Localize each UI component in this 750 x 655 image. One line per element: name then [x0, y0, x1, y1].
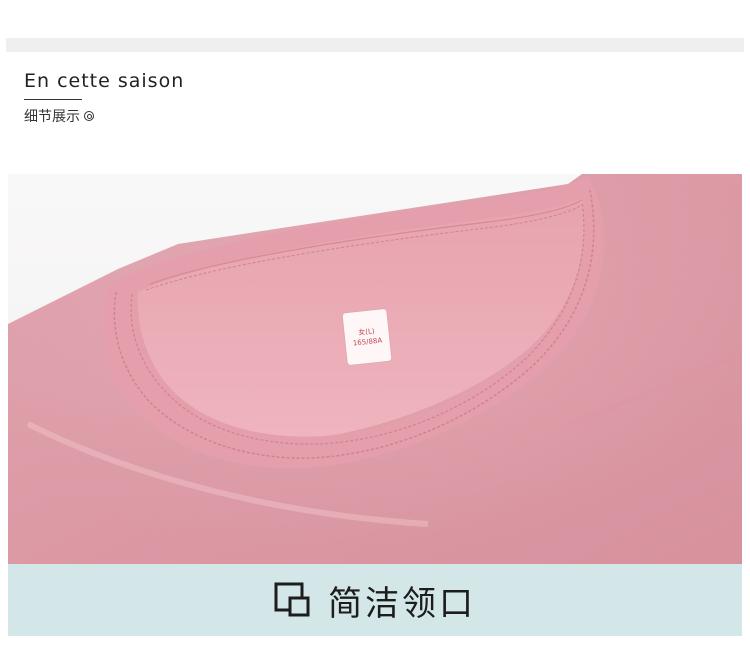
section-heading: En cette saison 细节展示 — [24, 68, 184, 126]
title-underline — [24, 99, 82, 100]
section-title: En cette saison — [24, 70, 185, 92]
ring-icon — [84, 111, 94, 121]
tshirt-collar-illustration — [8, 174, 742, 564]
caption-text: 简洁领口 — [328, 583, 476, 624]
tag-measure: 165/88A — [352, 336, 383, 348]
section-subtitle-row: 细节展示 — [24, 106, 184, 126]
square-overlap-icon — [274, 582, 312, 618]
size-label-tag: 女(L) 165/88A — [342, 308, 392, 366]
section-subtitle: 细节展示 — [24, 109, 80, 125]
caption-bar: 简洁领口 — [8, 564, 742, 636]
top-divider-strip — [6, 38, 744, 52]
tshirt-collar-photo — [8, 174, 742, 564]
